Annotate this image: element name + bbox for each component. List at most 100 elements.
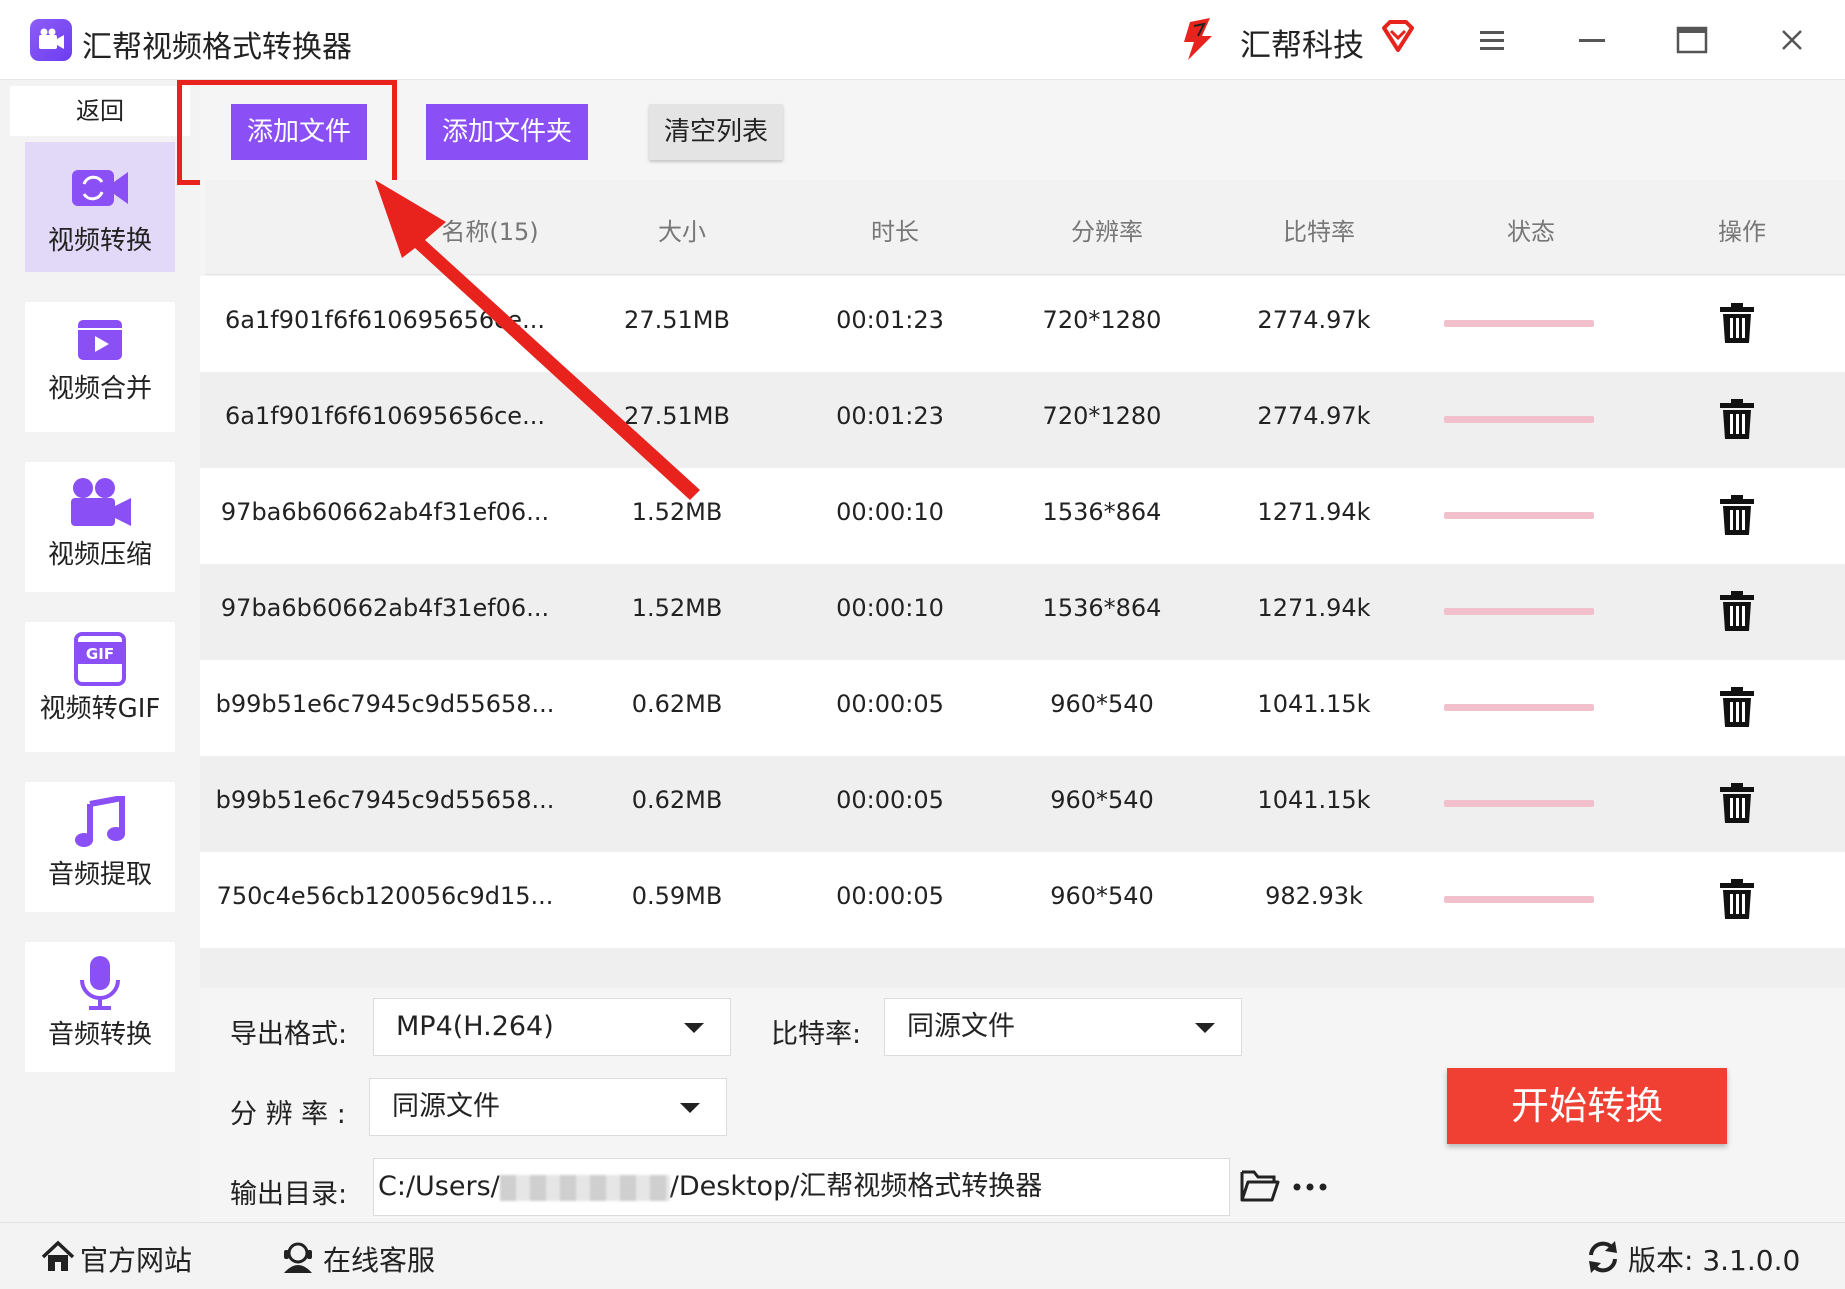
home-icon[interactable] bbox=[40, 1239, 76, 1275]
header-resolution: 分辨率 bbox=[1071, 218, 1143, 246]
trash-icon[interactable] bbox=[1718, 398, 1756, 440]
file-duration: 00:01:23 bbox=[836, 402, 944, 430]
table-row[interactable]: 97ba6b60662ab4f31ef06... 1.52MB 00:00:10… bbox=[200, 468, 1845, 564]
app-logo-icon bbox=[30, 19, 72, 61]
more-icon[interactable] bbox=[1292, 1182, 1328, 1192]
format-select[interactable]: MP4(H.264) bbox=[373, 998, 731, 1056]
file-resolution: 960*540 bbox=[1050, 690, 1154, 718]
sidebar-item-label: 视频转GIF bbox=[39, 694, 161, 724]
sidebar-item-label: 视频转换 bbox=[47, 226, 152, 256]
status-progress-bar bbox=[1444, 320, 1594, 327]
file-size: 0.62MB bbox=[631, 690, 723, 718]
video-convert-icon bbox=[72, 170, 128, 206]
output-path-input[interactable]: C:/Users/ /Desktop/汇帮视频格式转换器 bbox=[373, 1158, 1230, 1216]
trash-icon[interactable] bbox=[1718, 686, 1756, 728]
header-status: 状态 bbox=[1507, 218, 1555, 246]
table-row[interactable]: 97ba6b60662ab4f31ef06... 1.52MB 00:00:10… bbox=[200, 564, 1845, 660]
file-size: 27.51MB bbox=[624, 306, 730, 334]
file-name: 97ba6b60662ab4f31ef06... bbox=[220, 594, 550, 622]
header-actions: 操作 bbox=[1718, 218, 1766, 246]
sidebar-item-video-gif[interactable]: GIF 视频转GIF bbox=[25, 622, 175, 752]
file-name: b99b51e6c7945c9d55658... bbox=[215, 690, 555, 718]
start-convert-button[interactable]: 开始转换 bbox=[1447, 1068, 1727, 1144]
chevron-down-icon bbox=[680, 1103, 700, 1113]
add-folder-button[interactable]: 添加文件夹 bbox=[426, 104, 588, 160]
sidebar-item-audio-extract[interactable]: 音频提取 bbox=[25, 782, 175, 912]
file-name: b99b51e6c7945c9d55658... bbox=[215, 786, 555, 814]
sidebar-item-label: 音频提取 bbox=[47, 860, 152, 890]
file-duration: 00:00:05 bbox=[836, 882, 944, 910]
menu-icon[interactable] bbox=[1472, 20, 1512, 60]
online-support-link[interactable]: 在线客服 bbox=[323, 1239, 435, 1279]
status-progress-bar bbox=[1444, 416, 1594, 423]
file-resolution: 720*1280 bbox=[1042, 402, 1162, 430]
table-row[interactable]: 750c4e56cb120056c9d15... 0.59MB 00:00:05… bbox=[200, 852, 1845, 948]
file-bitrate: 1041.15k bbox=[1257, 786, 1371, 814]
music-note-icon bbox=[75, 796, 125, 847]
file-bitrate: 2774.97k bbox=[1257, 306, 1371, 334]
file-bitrate: 2774.97k bbox=[1257, 402, 1371, 430]
resolution-value: 同源文件 bbox=[392, 1091, 500, 1122]
header-size: 大小 bbox=[658, 218, 706, 246]
file-bitrate: 1271.94k bbox=[1257, 498, 1371, 526]
close-icon[interactable] bbox=[1772, 20, 1812, 60]
file-duration: 00:00:10 bbox=[836, 498, 944, 526]
file-resolution: 1536*864 bbox=[1042, 594, 1162, 622]
gif-icon: GIF bbox=[74, 632, 126, 686]
back-button[interactable]: 返回 bbox=[10, 86, 190, 136]
bitrate-value: 同源文件 bbox=[907, 1011, 1015, 1042]
file-resolution: 720*1280 bbox=[1042, 306, 1162, 334]
table-row[interactable]: 6a1f901f6f610695656ce... 27.51MB 00:01:2… bbox=[200, 372, 1845, 468]
toolbar: 添加文件 添加文件夹 清空列表 bbox=[200, 80, 1845, 180]
sidebar-item-video-merge[interactable]: 视频合并 bbox=[25, 302, 175, 432]
chevron-down-icon bbox=[684, 1023, 704, 1033]
header-duration: 时长 bbox=[871, 218, 919, 246]
minimize-icon[interactable] bbox=[1572, 20, 1612, 60]
trash-icon[interactable] bbox=[1718, 878, 1756, 920]
file-resolution: 1536*864 bbox=[1042, 498, 1162, 526]
clear-list-button[interactable]: 清空列表 bbox=[649, 104, 783, 160]
maximize-icon[interactable] bbox=[1672, 20, 1712, 60]
official-website-link[interactable]: 官方网站 bbox=[80, 1239, 192, 1279]
sidebar-item-label: 视频合并 bbox=[47, 374, 152, 404]
trash-icon[interactable] bbox=[1718, 782, 1756, 824]
file-size: 1.52MB bbox=[631, 498, 723, 526]
trash-icon[interactable] bbox=[1718, 590, 1756, 632]
version-label: 版本: 3.1.0.0 bbox=[1628, 1244, 1801, 1277]
footer: 官方网站 在线客服 版本: 3.1.0.0 bbox=[0, 1222, 1845, 1289]
table-row[interactable]: 6a1f901f6f610695656ce... 27.51MB 00:01:2… bbox=[200, 276, 1845, 372]
file-resolution: 960*540 bbox=[1050, 786, 1154, 814]
format-value: MP4(H.264) bbox=[396, 1011, 554, 1042]
table-row-partial bbox=[200, 948, 1845, 988]
customer-service-icon[interactable] bbox=[280, 1239, 316, 1275]
file-size: 27.51MB bbox=[624, 402, 730, 430]
file-size: 0.62MB bbox=[631, 786, 723, 814]
refresh-icon[interactable] bbox=[1585, 1239, 1621, 1275]
trash-icon[interactable] bbox=[1718, 494, 1756, 536]
output-label: 输出目录: bbox=[230, 1179, 348, 1210]
sidebar-item-audio-convert[interactable]: 音频转换 bbox=[25, 942, 175, 1072]
microphone-icon bbox=[80, 956, 120, 1010]
status-progress-bar bbox=[1444, 800, 1594, 807]
bitrate-label: 比特率: bbox=[771, 1019, 862, 1050]
sidebar-item-video-convert[interactable]: 视频转换 bbox=[25, 142, 175, 272]
bitrate-select[interactable]: 同源文件 bbox=[884, 998, 1242, 1056]
file-duration: 00:00:05 bbox=[836, 690, 944, 718]
folder-open-icon[interactable] bbox=[1240, 1168, 1280, 1204]
highlight-box bbox=[177, 80, 397, 185]
vip-diamond-icon[interactable] bbox=[1380, 20, 1416, 54]
file-name: 97ba6b60662ab4f31ef06... bbox=[220, 498, 550, 526]
file-bitrate: 1041.15k bbox=[1257, 690, 1371, 718]
status-progress-bar bbox=[1444, 896, 1594, 903]
sidebar-item-video-compress[interactable]: 视频压缩 bbox=[25, 462, 175, 592]
file-table: 名称(15) 大小 时长 分辨率 比特率 状态 操作 6a1f901f6f610… bbox=[200, 180, 1845, 988]
file-size: 0.59MB bbox=[631, 882, 723, 910]
title-bar: 汇帮视频格式转换器 汇帮科技 bbox=[0, 0, 1845, 80]
table-row[interactable]: b99b51e6c7945c9d55658... 0.62MB 00:00:05… bbox=[200, 756, 1845, 852]
redacted-username bbox=[499, 1174, 670, 1201]
resolution-select[interactable]: 同源文件 bbox=[369, 1078, 727, 1136]
sidebar-item-label: 视频压缩 bbox=[47, 540, 152, 570]
header-name: 名称(15) bbox=[441, 218, 539, 246]
trash-icon[interactable] bbox=[1718, 302, 1756, 344]
table-row[interactable]: b99b51e6c7945c9d55658... 0.62MB 00:00:05… bbox=[200, 660, 1845, 756]
